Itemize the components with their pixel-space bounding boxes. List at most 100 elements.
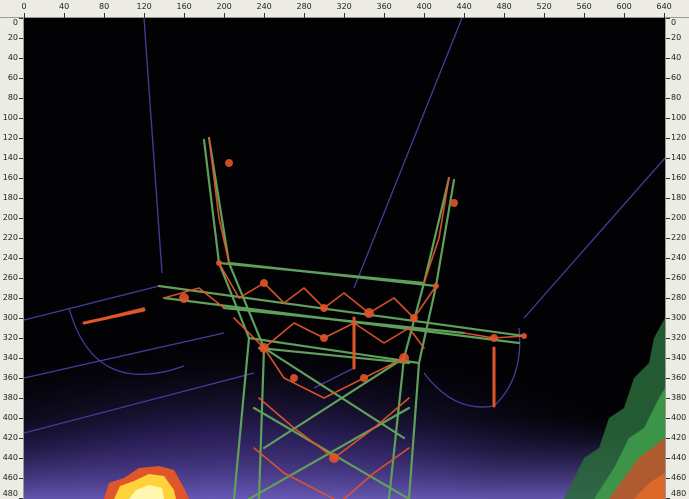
right-ruler-tick [666, 38, 670, 39]
thermal-image-canvas[interactable] [24, 18, 665, 499]
top-ruler-label: 400 [416, 2, 432, 11]
right-ruler-label: 460 [671, 473, 687, 482]
right-ruler-label: 140 [671, 153, 687, 162]
top-ruler-label: 600 [616, 2, 632, 11]
right-ruler-tick [666, 98, 670, 99]
top-ruler-label: 640 [656, 2, 672, 11]
left-ruler-label: 380 [2, 393, 18, 402]
left-ruler-tick [19, 158, 23, 159]
right-ruler-label: 100 [671, 113, 687, 122]
right-ruler-label: 260 [671, 273, 687, 282]
right-ruler-tick [666, 258, 670, 259]
right-ruler-label: 300 [671, 313, 687, 322]
left-ruler-label: 160 [2, 173, 18, 182]
right-ruler-tick [666, 278, 670, 279]
left-ruler-tick [19, 298, 23, 299]
right-ruler-tick [666, 478, 670, 479]
top-ruler-label: 200 [216, 2, 232, 11]
left-ruler-tick [19, 278, 23, 279]
right-ruler-label: 160 [671, 173, 687, 182]
left-ruler-tick [19, 418, 23, 419]
right-ruler-label: 420 [671, 433, 687, 442]
right-ruler-tick [666, 218, 670, 219]
right-ruler-tick [666, 298, 670, 299]
top-ruler-label: 280 [296, 2, 312, 11]
top-ruler-label: 80 [99, 2, 110, 11]
left-ruler-label: 320 [2, 333, 18, 342]
thermal-image [24, 18, 665, 499]
left-ruler-label: 100 [2, 113, 18, 122]
left-ruler-tick [19, 218, 23, 219]
right-ruler-tick [666, 418, 670, 419]
left-ruler-label: 480 [2, 489, 18, 498]
right-ruler-tick [666, 438, 670, 439]
left-ruler: 0 20 40 60 80 100 120 140 160 180 200 220 240 260 280 3… [0, 18, 24, 499]
right-ruler-tick [666, 58, 670, 59]
right-ruler-tick [666, 358, 670, 359]
right-ruler-tick [666, 398, 670, 399]
left-ruler-tick [19, 78, 23, 79]
left-ruler-label: 260 [2, 273, 18, 282]
right-ruler-label: 480 [671, 489, 687, 498]
right-ruler-tick [666, 178, 670, 179]
left-ruler-label: 440 [2, 453, 18, 462]
left-ruler-label: 40 [7, 53, 18, 62]
right-ruler-label: 340 [671, 353, 687, 362]
right-ruler-label: 80 [671, 93, 682, 102]
right-ruler-tick [666, 238, 670, 239]
top-ruler-label: 40 [59, 2, 70, 11]
right-ruler-label: 120 [671, 133, 687, 142]
right-ruler-tick [666, 118, 670, 119]
left-ruler-tick [19, 118, 23, 119]
right-ruler-tick [666, 458, 670, 459]
right-ruler-label: 40 [671, 53, 682, 62]
left-ruler-label: 0 [12, 18, 18, 27]
left-ruler-tick [19, 338, 23, 339]
right-ruler-tick [666, 338, 670, 339]
right-ruler-label: 20 [671, 33, 682, 42]
left-ruler-tick [19, 238, 23, 239]
right-ruler-label: 360 [671, 373, 687, 382]
left-ruler-tick [19, 458, 23, 459]
left-ruler-label: 460 [2, 473, 18, 482]
left-ruler-tick [19, 378, 23, 379]
left-ruler-label: 60 [7, 73, 18, 82]
right-ruler-label: 220 [671, 233, 687, 242]
top-ruler-label: 520 [536, 2, 552, 11]
top-ruler-label: 360 [376, 2, 392, 11]
left-ruler-label: 420 [2, 433, 18, 442]
top-ruler-label: 120 [136, 2, 152, 11]
top-ruler-label: 320 [336, 2, 352, 11]
right-ruler-tick [666, 318, 670, 319]
left-ruler-label: 300 [2, 313, 18, 322]
left-ruler-tick [19, 178, 23, 179]
top-ruler: 0 40 80 120 160 200 240 280 320 360 400 440 480 520 56… [0, 0, 689, 18]
top-ruler-label: 480 [496, 2, 512, 11]
left-ruler-label: 280 [2, 293, 18, 302]
left-ruler-label: 360 [2, 373, 18, 382]
left-ruler-tick [19, 198, 23, 199]
right-ruler-tick [666, 378, 670, 379]
right-ruler-label: 400 [671, 413, 687, 422]
right-ruler-label: 440 [671, 453, 687, 462]
right-ruler-label: 380 [671, 393, 687, 402]
right-ruler-label: 280 [671, 293, 687, 302]
left-ruler-tick [19, 358, 23, 359]
right-ruler-label: 60 [671, 73, 682, 82]
top-ruler-label: 160 [176, 2, 192, 11]
right-ruler-label: 0 [671, 18, 677, 27]
left-ruler-label: 140 [2, 153, 18, 162]
left-ruler-label: 180 [2, 193, 18, 202]
top-ruler-label: 560 [576, 2, 592, 11]
left-ruler-label: 20 [7, 33, 18, 42]
right-ruler: 0 20 40 60 80 100 120 140 160 180 200 220 240 260 280 3… [665, 18, 689, 499]
right-ruler-tick [666, 158, 670, 159]
left-ruler-label: 240 [2, 253, 18, 262]
right-ruler-label: 200 [671, 213, 687, 222]
left-ruler-tick [19, 478, 23, 479]
top-ruler-label: 440 [456, 2, 472, 11]
left-ruler-tick [19, 98, 23, 99]
right-ruler-tick [666, 138, 670, 139]
right-ruler-tick [666, 18, 670, 19]
top-ruler-label: 0 [21, 2, 27, 11]
